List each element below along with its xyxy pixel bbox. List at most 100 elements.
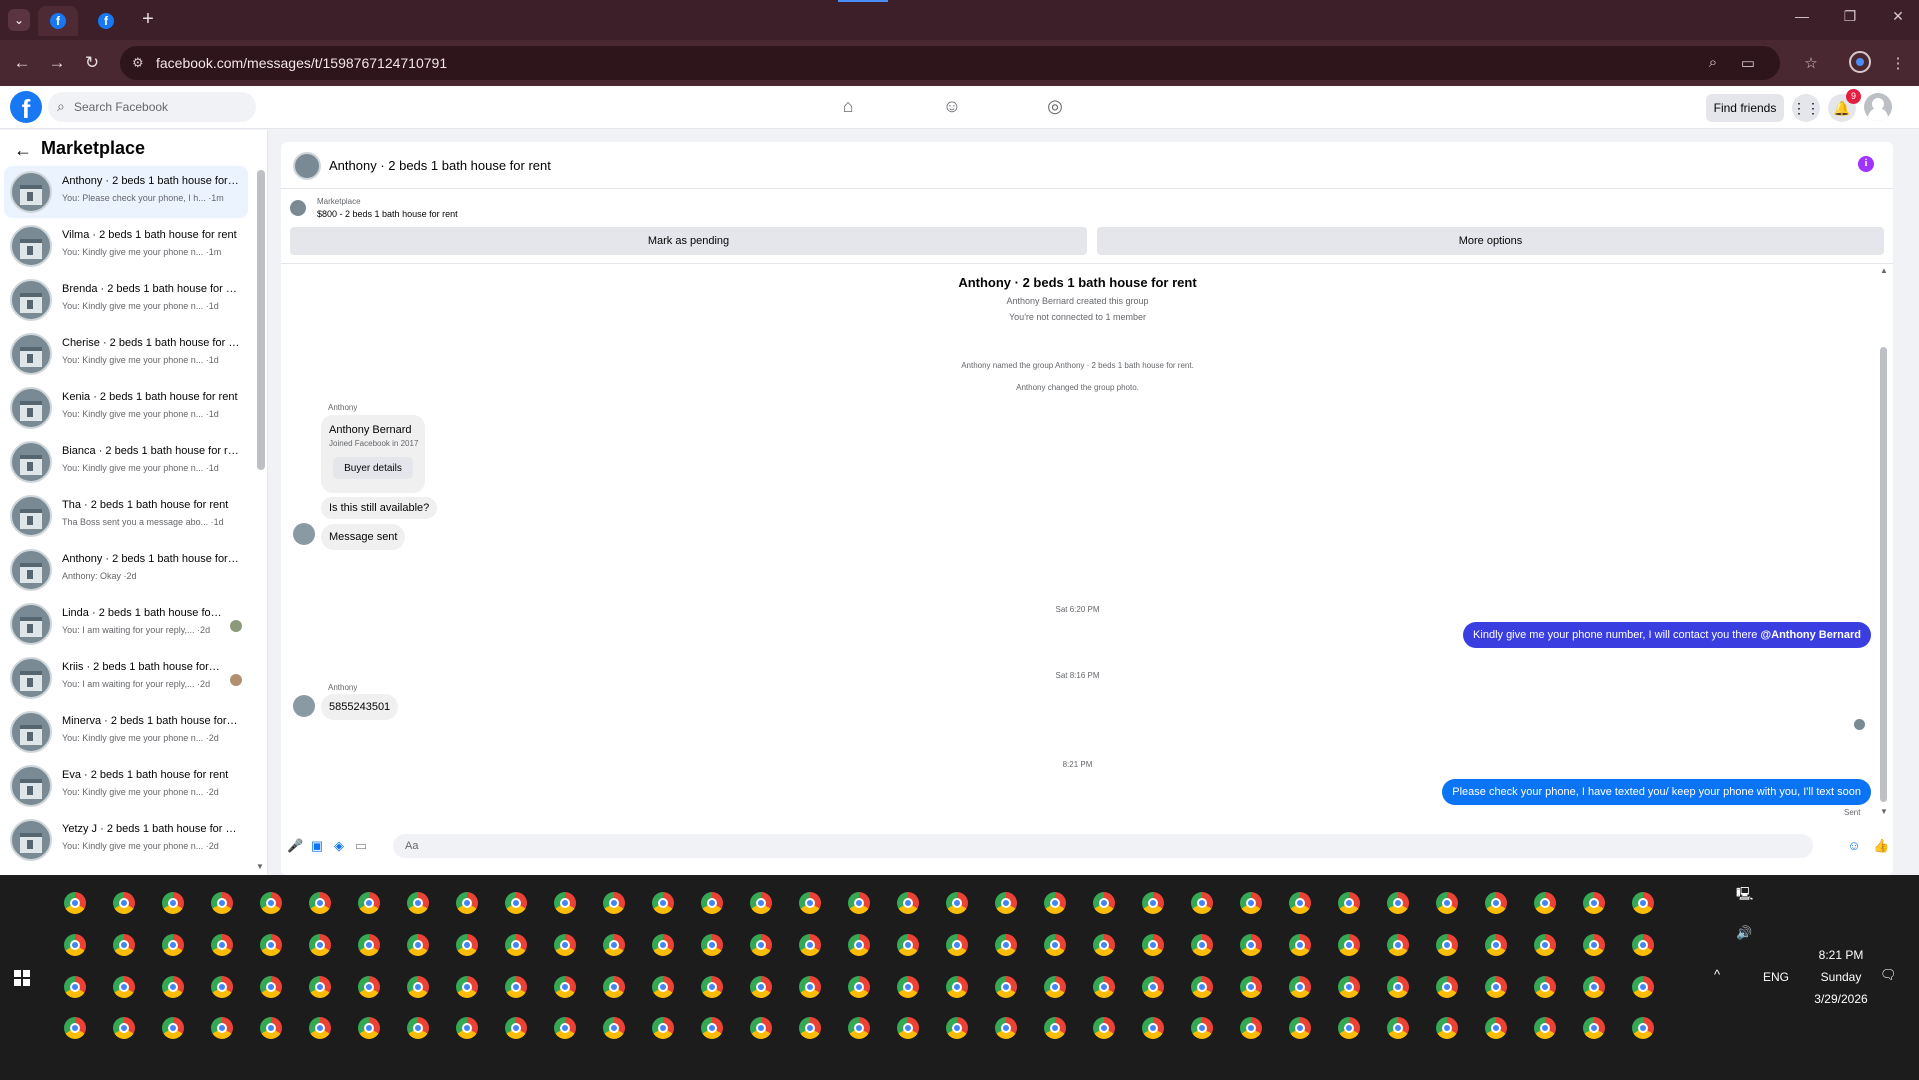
browser-profile-icon[interactable] — [1849, 51, 1871, 73]
find-friends-button[interactable]: Find friends — [1706, 94, 1784, 122]
taskbar-app-icon[interactable] — [407, 1017, 429, 1039]
taskbar-app-icon[interactable] — [162, 976, 184, 998]
taskbar-app-icon[interactable] — [162, 892, 184, 914]
listing-price[interactable]: $800 - 2 beds 1 bath house for rent — [317, 209, 458, 219]
taskbar-app-icon[interactable] — [652, 892, 674, 914]
menu-grid-icon[interactable]: ⋮⋮ — [1792, 94, 1820, 122]
taskbar-app-icon[interactable] — [211, 892, 233, 914]
cast-icon[interactable]: ▭ — [1738, 54, 1758, 72]
new-tab-button[interactable]: + — [136, 8, 160, 32]
taskbar-app-icon[interactable] — [260, 892, 282, 914]
scroll-down-arrow-icon[interactable]: ▼ — [256, 862, 264, 871]
url-text[interactable]: facebook.com/messages/t/1598767124710791 — [156, 55, 447, 71]
taskbar-app-icon[interactable] — [1534, 934, 1556, 956]
taskbar-app-icon[interactable] — [1387, 1017, 1409, 1039]
taskbar-app-icon[interactable] — [995, 976, 1017, 998]
taskbar-app-icon[interactable] — [456, 892, 478, 914]
taskbar-app-icon[interactable] — [456, 1017, 478, 1039]
taskbar-app-icon[interactable] — [1485, 892, 1507, 914]
taskbar-app-icon[interactable] — [799, 892, 821, 914]
mark-as-pending-button[interactable]: Mark as pending — [290, 227, 1087, 255]
taskbar-app-icon[interactable] — [260, 1017, 282, 1039]
conversation-item[interactable]: Vilma · 2 beds 1 bath house for rent You… — [4, 220, 248, 272]
taskbar-app-icon[interactable] — [1240, 892, 1262, 914]
taskbar-app-icon[interactable] — [113, 934, 135, 956]
taskbar-app-icon[interactable] — [1240, 934, 1262, 956]
more-options-button[interactable]: More options — [1097, 227, 1884, 255]
language-indicator[interactable]: ENG — [1763, 970, 1789, 984]
taskbar-app-icon[interactable] — [456, 934, 478, 956]
facebook-search[interactable]: ⌕ — [48, 92, 256, 122]
reload-icon[interactable]: ↻ — [80, 51, 104, 75]
taskbar-app-icon[interactable] — [1632, 1017, 1654, 1039]
taskbar-app-icon[interactable] — [554, 934, 576, 956]
windows-start-icon[interactable] — [14, 970, 30, 986]
taskbar-app-icon[interactable] — [1093, 1017, 1115, 1039]
taskbar-app-icon[interactable] — [1632, 934, 1654, 956]
taskbar-app-icon[interactable] — [64, 934, 86, 956]
search-input[interactable] — [74, 92, 250, 122]
taskbar-app-icon[interactable] — [1044, 976, 1066, 998]
taskbar-app-icon[interactable] — [1534, 976, 1556, 998]
taskbar-app-icon[interactable] — [113, 892, 135, 914]
minimize-button[interactable]: — — [1787, 8, 1817, 24]
restore-button[interactable]: ❐ — [1835, 8, 1865, 25]
taskbar-app-icon[interactable] — [603, 934, 625, 956]
conversation-item[interactable]: Eva · 2 beds 1 bath house for rent You: … — [4, 760, 248, 812]
taskbar-app-icon[interactable] — [1534, 892, 1556, 914]
taskbar-app-icon[interactable] — [995, 934, 1017, 956]
taskbar-app-icon[interactable] — [897, 1017, 919, 1039]
conversation-item[interactable]: Bianca · 2 beds 1 bath house for rent Yo… — [4, 436, 248, 488]
taskbar-app-icon[interactable] — [1044, 892, 1066, 914]
network-icon[interactable]: 🖳 — [1736, 885, 1753, 907]
taskbar-app-icon[interactable] — [848, 1017, 870, 1039]
conversation-item[interactable]: Kriis · 2 beds 1 bath house for rent You… — [4, 652, 248, 704]
back-arrow-icon[interactable]: ← — [14, 140, 32, 161]
taskbar-app-icon[interactable] — [1338, 976, 1360, 998]
taskbar-app-icon[interactable] — [64, 976, 86, 998]
taskbar-app-icon[interactable] — [260, 976, 282, 998]
conversation-item[interactable]: Anthony · 2 beds 1 bath house for rent Y… — [4, 166, 248, 218]
taskbar-app-icon[interactable] — [750, 1017, 772, 1039]
taskbar-app-icon[interactable] — [162, 1017, 184, 1039]
taskbar-app-icon[interactable] — [1583, 1017, 1605, 1039]
mention-link[interactable]: @Anthony Bernard — [1760, 629, 1861, 641]
account-avatar[interactable] — [1864, 93, 1892, 121]
conversation-item[interactable]: Tha · 2 beds 1 bath house for rent Tha B… — [4, 490, 248, 542]
taskbar-app-icon[interactable] — [1289, 934, 1311, 956]
clock-time[interactable]: 8:21 PM — [1806, 948, 1876, 962]
taskbar-app-icon[interactable] — [1387, 892, 1409, 914]
taskbar-app-icon[interactable] — [1191, 892, 1213, 914]
taskbar-app-icon[interactable] — [554, 1017, 576, 1039]
taskbar-app-icon[interactable] — [946, 892, 968, 914]
scroll-down-arrow-icon[interactable]: ▼ — [1880, 807, 1888, 816]
taskbar-app-icon[interactable] — [407, 976, 429, 998]
group-avatar[interactable] — [293, 152, 321, 180]
forward-arrow-icon[interactable]: → — [45, 51, 69, 75]
taskbar-app-icon[interactable] — [946, 1017, 968, 1039]
site-settings-icon[interactable]: ⚙ — [132, 55, 144, 71]
taskbar-app-icon[interactable] — [1485, 976, 1507, 998]
conversation-item[interactable]: Cherise · 2 beds 1 bath house for rent Y… — [4, 328, 248, 380]
taskbar-app-icon[interactable] — [995, 1017, 1017, 1039]
notification-center-icon[interactable]: 🗨 — [1880, 967, 1897, 983]
taskbar-app-icon[interactable] — [309, 976, 331, 998]
taskbar-app-icon[interactable] — [162, 934, 184, 956]
browser-tab-facebook-active[interactable]: f — [38, 6, 78, 36]
taskbar-app-icon[interactable] — [1583, 892, 1605, 914]
taskbar-app-icon[interactable] — [407, 934, 429, 956]
taskbar-app-icon[interactable] — [1338, 934, 1360, 956]
chat-scrollbar[interactable] — [1880, 347, 1887, 802]
taskbar-app-icon[interactable] — [1289, 1017, 1311, 1039]
taskbar-app-icon[interactable] — [603, 1017, 625, 1039]
taskbar-app-icon[interactable] — [1436, 976, 1458, 998]
taskbar-app-icon[interactable] — [750, 976, 772, 998]
taskbar-app-icon[interactable] — [309, 934, 331, 956]
browser-menu-icon[interactable]: ⋮ — [1888, 54, 1908, 72]
taskbar-app-icon[interactable] — [603, 892, 625, 914]
taskbar-app-icon[interactable] — [1387, 976, 1409, 998]
taskbar-app-icon[interactable] — [1142, 976, 1164, 998]
friends-icon[interactable]: ☺ — [940, 96, 964, 120]
taskbar-app-icon[interactable] — [1632, 976, 1654, 998]
taskbar-app-icon[interactable] — [1436, 1017, 1458, 1039]
